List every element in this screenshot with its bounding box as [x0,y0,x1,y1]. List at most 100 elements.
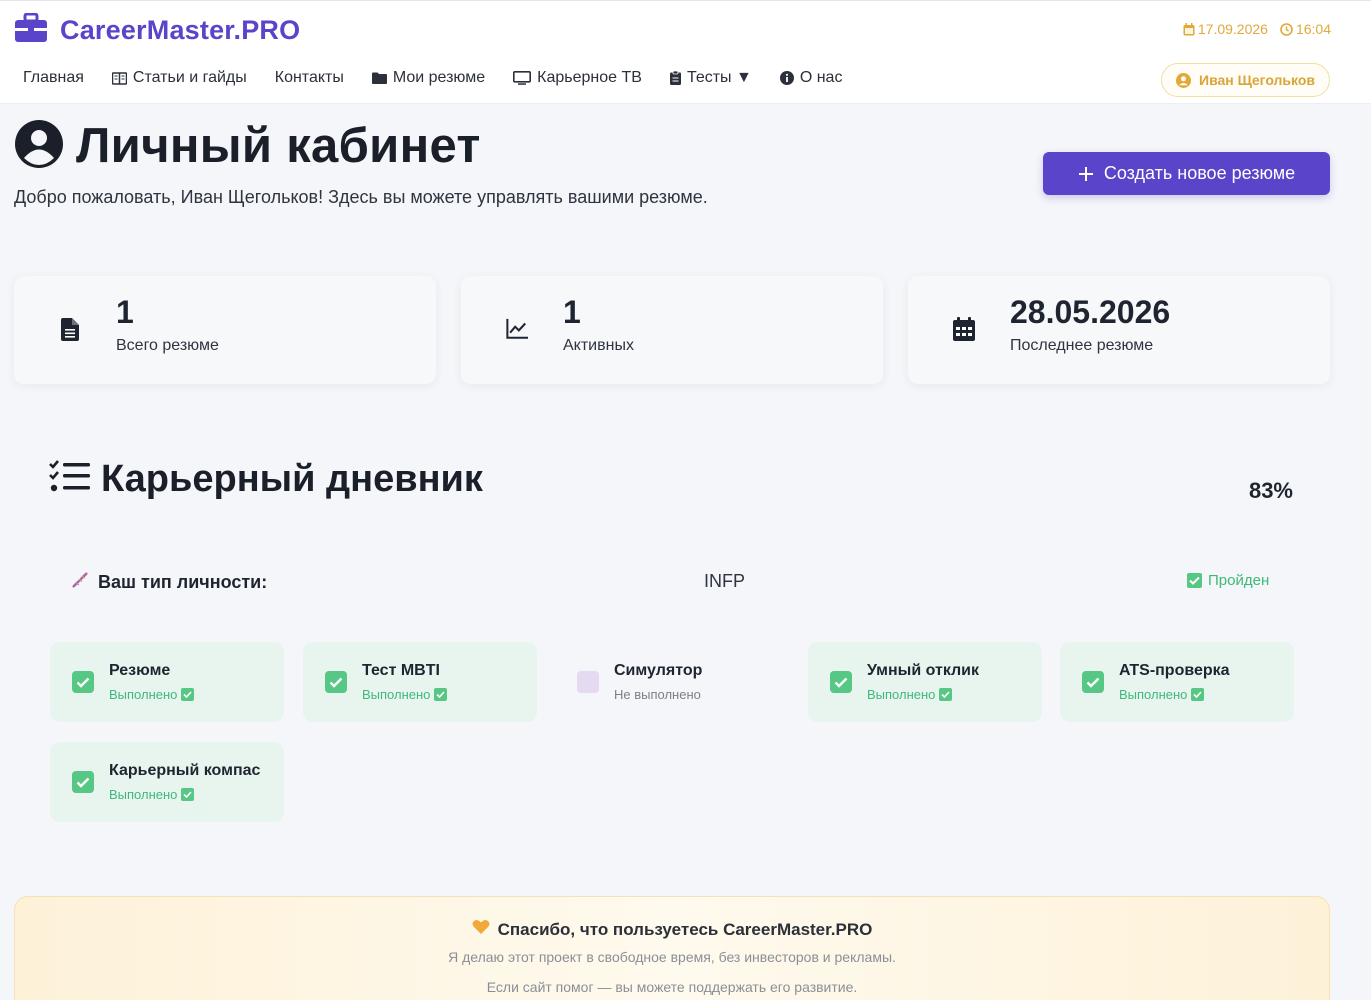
personality-status-text: Пройден [1208,572,1270,589]
task-card-mbti[interactable]: Тест MBTI Выполнено [303,642,537,722]
task-status: Выполнено [109,687,195,702]
stat-label: Последнее резюме [1010,337,1154,354]
stat-value: 1 [563,294,581,330]
user-avatar-icon [14,119,64,174]
user-menu-button[interactable]: Иван Щегольков [1161,63,1330,97]
task-card-smart-reply[interactable]: Умный отклик Выполнено [808,642,1042,722]
current-date: 17.09.2026 [1183,21,1268,37]
support-line-2: Если сайт помог — вы можете поддержать е… [486,979,858,995]
nav-articles-label: Статьи и гайды [132,69,247,86]
current-time: 16:04 [1280,21,1331,37]
support-title: Спасибо, что пользуетесь CareerMaster.PR… [15,919,1329,940]
checkbox-checked-icon [1082,671,1104,693]
checkbox-checked-icon [325,671,347,693]
task-status: Выполнено [867,687,953,702]
main-nav: Главная Статьи и гайды Контакты Мои резю… [23,69,842,87]
task-status-text: Выполнено [1119,687,1188,702]
nav-about-label: О нас [799,69,843,86]
nav-my-resumes[interactable]: Мои резюме [371,69,486,87]
task-status-text: Выполнено [109,787,178,802]
monitor-icon [513,71,532,85]
book-icon [111,71,127,85]
user-circle-icon [1176,72,1191,88]
stat-value: 1 [116,294,134,330]
nav-tests-label: Тесты ▼ [686,69,752,86]
checkbox-unchecked-icon [577,671,599,693]
info-icon [779,71,794,85]
task-status-text: Не выполнено [614,687,701,702]
support-banner: Спасибо, что пользуетесь CareerMaster.PR… [14,896,1330,1000]
stat-label: Всего резюме [116,337,219,354]
calendar-icon [953,316,975,342]
check-icon [181,688,195,701]
task-status: Не выполнено [614,687,701,702]
personality-type-status: Пройден [1187,572,1269,589]
task-status: Выполнено [109,787,195,802]
check-icon [1187,573,1202,588]
folder-icon [371,72,387,84]
task-name: Умный отклик [867,662,980,679]
nav-career-tv-label: Карьерное ТВ [537,69,642,86]
personality-type-row: Ваш тип личности: [70,570,267,595]
nav-career-tv[interactable]: Карьерное ТВ [513,69,642,87]
nav-articles[interactable]: Статьи и гайды [111,69,247,87]
diary-header: Карьерный дневник [49,458,483,501]
task-status: Выполнено [362,687,448,702]
clipboard-icon [669,71,681,85]
stat-card-active: 1 Активных [461,276,883,384]
datetime: 17.09.2026 16:04 [1183,21,1331,37]
task-name: Тест MBTI [362,662,440,679]
briefcase-icon [14,12,48,48]
header: CareerMaster.PRO 17.09.2026 16:04 Главна… [0,0,1371,104]
support-title-text: Спасибо, что пользуетесь CareerMaster.PR… [497,919,873,939]
progress-percent: 83% [1248,478,1293,503]
chart-line-icon [506,316,528,342]
task-list-icon [49,459,91,500]
time-text: 16:04 [1295,21,1331,37]
task-name: Резюме [109,662,171,679]
task-card-resume[interactable]: Резюме Выполнено [50,642,284,722]
plus-icon [1078,166,1093,181]
page-title: Личный кабинет [76,119,481,173]
calendar-small-icon [1183,22,1195,35]
task-card-compass[interactable]: Карьерный компас Выполнено [50,742,284,822]
task-status-text: Выполнено [109,687,178,702]
personality-type-value: INFP [704,571,746,591]
stat-card-last: 28.05.2026 Последнее резюме [908,276,1330,384]
task-status-text: Выполнено [867,687,936,702]
task-status-text: Выполнено [362,687,431,702]
nav-about[interactable]: О нас [779,69,843,87]
brand[interactable]: CareerMaster.PRO [14,12,301,48]
check-icon [1191,688,1205,701]
heart-icon [472,919,490,940]
task-name: Симулятор [614,662,703,679]
check-icon [939,688,953,701]
date-text: 17.09.2026 [1197,21,1268,37]
dna-icon [70,570,90,595]
clock-icon [1280,22,1293,36]
user-name: Иван Щегольков [1199,72,1315,88]
brand-name: CareerMaster.PRO [60,15,301,45]
stat-label: Активных [563,337,634,354]
check-icon [181,788,195,801]
task-name: ATS-проверка [1119,662,1230,679]
stat-value: 28.05.2026 [1010,294,1171,330]
task-card-simulator[interactable]: Симулятор Не выполнено [555,642,789,722]
diary-title: Карьерный дневник [101,458,483,500]
nav-tests[interactable]: Тесты ▼ [669,69,752,87]
create-resume-button[interactable]: Создать новое резюме [1043,152,1330,195]
task-card-ats[interactable]: ATS-проверка Выполнено [1060,642,1294,722]
welcome-text: Добро пожаловать, Иван Щегольков! Здесь … [14,187,708,207]
stat-card-total: 1 Всего резюме [14,276,436,384]
nav-home[interactable]: Главная [23,69,84,87]
task-name: Карьерный компас [109,762,261,779]
nav-contacts[interactable]: Контакты [275,69,344,87]
nav-contacts-label: Контакты [274,69,344,86]
nav-home-label: Главная [23,69,84,86]
file-icon [59,316,81,342]
checkbox-checked-icon [72,771,94,793]
checkbox-checked-icon [830,671,852,693]
nav-my-resumes-label: Мои резюме [392,69,486,86]
checkbox-checked-icon [72,671,94,693]
create-resume-label: Создать новое резюме [1103,163,1296,183]
